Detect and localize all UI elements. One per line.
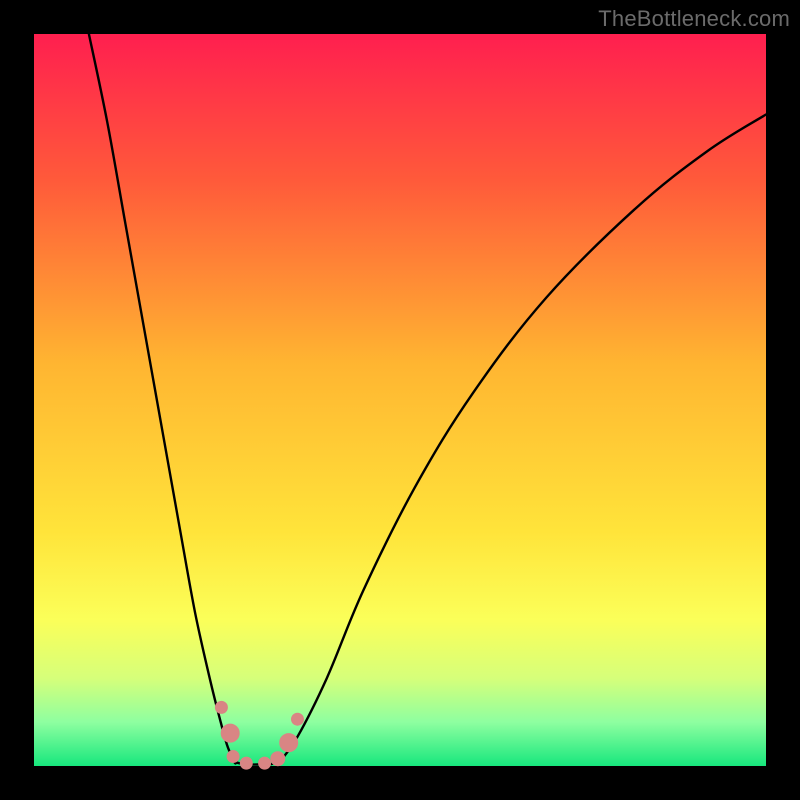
marker-point [221, 724, 239, 742]
marker-group [215, 701, 303, 769]
marker-point [215, 701, 227, 713]
frame: TheBottleneck.com [0, 0, 800, 800]
marker-point [271, 752, 285, 766]
marker-point [292, 713, 304, 725]
marker-point [240, 757, 252, 769]
marker-point [280, 734, 298, 752]
plot-area [34, 34, 766, 766]
bottleneck-curve [89, 34, 766, 765]
watermark-text: TheBottleneck.com [598, 6, 790, 32]
curve-svg [34, 34, 766, 766]
marker-point [259, 757, 271, 769]
marker-point [227, 751, 239, 763]
